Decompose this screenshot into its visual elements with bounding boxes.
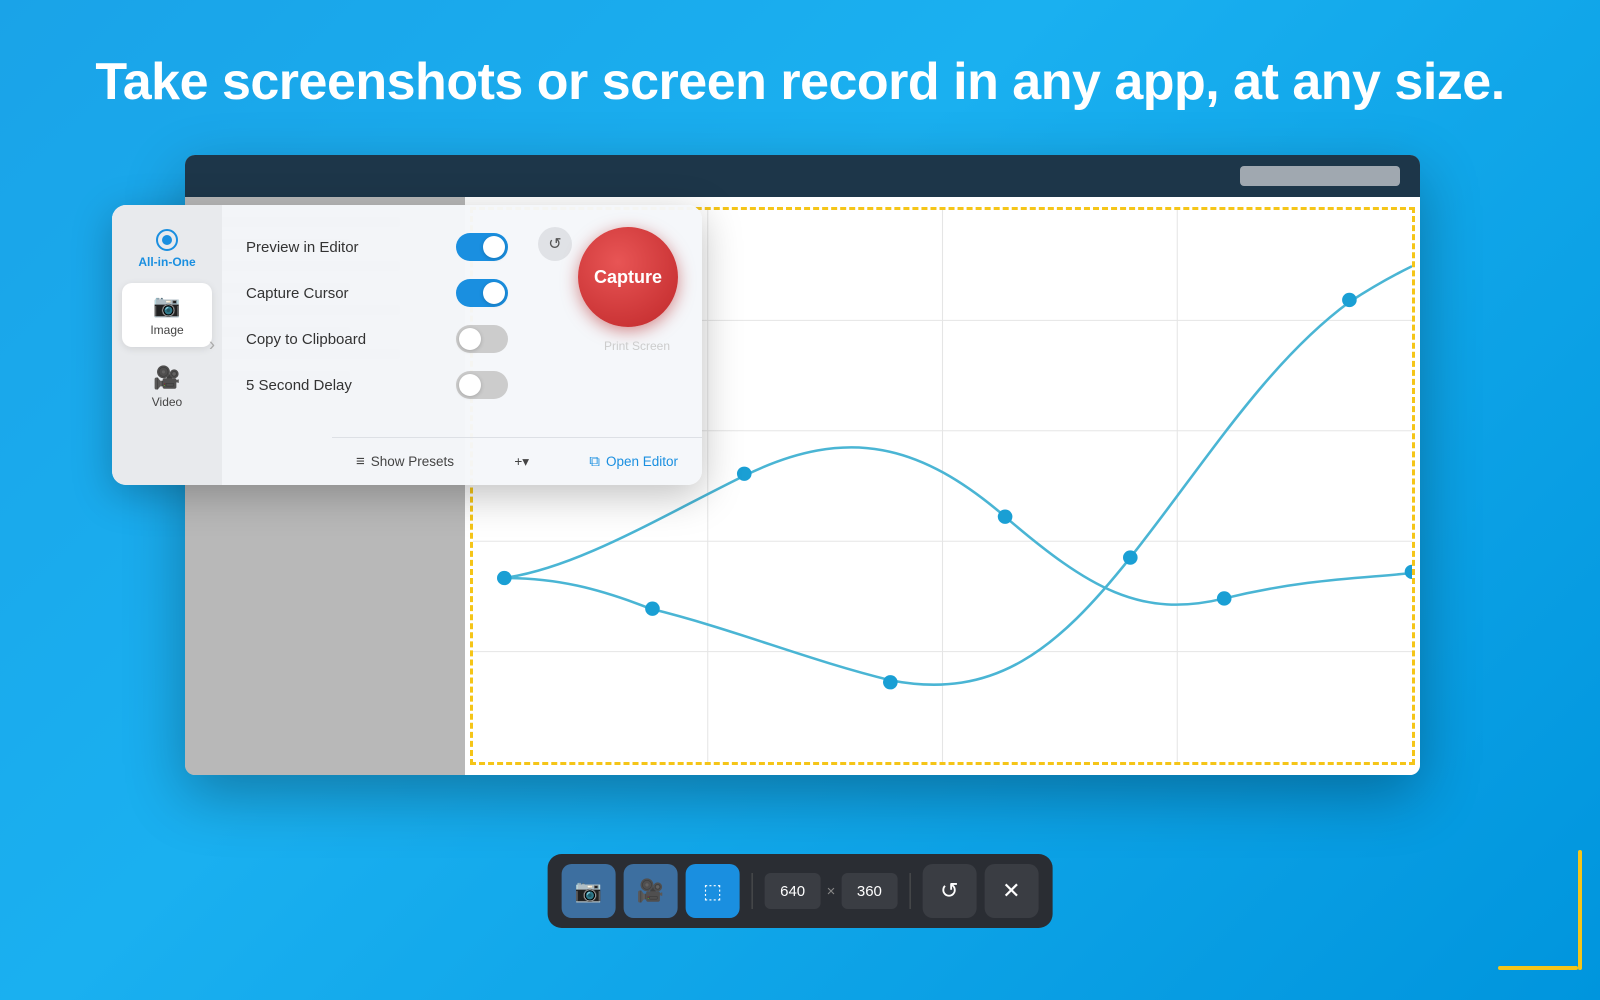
toolbar-separator xyxy=(752,873,753,909)
preview-toggle[interactable] xyxy=(456,233,508,261)
preview-label: Preview in Editor xyxy=(246,239,359,256)
screenshot-button[interactable]: 📷 xyxy=(562,864,616,918)
close-toolbar-button[interactable]: ✕ xyxy=(984,864,1038,918)
screenshot-icon: 📷 xyxy=(575,878,602,904)
headline: Take screenshots or screen record in any… xyxy=(0,0,1600,152)
toolbar-separator-2 xyxy=(909,873,910,909)
image-label: Image xyxy=(150,323,183,337)
cursor-label: Capture Cursor xyxy=(246,285,349,302)
allinone-circle-icon xyxy=(156,229,178,251)
capture-button[interactable]: Capture xyxy=(578,227,678,327)
capture-button-label: Capture xyxy=(594,267,662,288)
clipboard-label: Copy to Clipboard xyxy=(246,331,366,348)
camera-icon: 📷 xyxy=(153,293,180,319)
open-editor-label: Open Editor xyxy=(606,454,678,469)
app-titlebar xyxy=(185,155,1420,197)
bottom-toolbar: 📷 🎥 ⬚ 640 × 360 ↺ ✕ xyxy=(548,854,1053,928)
nav-chevron-icon: › xyxy=(209,335,215,356)
size-separator: × xyxy=(827,883,836,900)
video-icon: 🎥 xyxy=(153,365,180,391)
height-input[interactable]: 360 xyxy=(841,873,897,909)
region-icon: ⬚ xyxy=(703,879,722,904)
add-preset-button[interactable]: +▾ xyxy=(514,454,529,470)
add-preset-label: +▾ xyxy=(514,454,529,470)
yellow-accent-vertical xyxy=(1578,850,1582,970)
delay-label: 5 Second Delay xyxy=(246,377,352,394)
toggle-row-clipboard: Copy to Clipboard xyxy=(246,325,508,353)
nav-allinone-item[interactable]: All-in-One xyxy=(128,223,205,275)
cursor-toggle[interactable] xyxy=(456,279,508,307)
size-input-group: 640 × 360 xyxy=(765,873,898,909)
record-icon: 🎥 xyxy=(637,878,664,904)
open-editor-button[interactable]: ⧉ Open Editor xyxy=(589,453,678,470)
region-capture-button[interactable]: ⬚ xyxy=(686,864,740,918)
presets-icon: ≡ xyxy=(356,453,365,470)
popup-content: ↺ Capture Print Screen Preview in Editor… xyxy=(222,205,702,485)
popup-nav: All-in-One 📷 Image 🎥 Video xyxy=(112,205,222,485)
show-presets-label: Show Presets xyxy=(371,454,454,469)
popup-footer: ≡ Show Presets +▾ ⧉ Open Editor xyxy=(332,437,702,485)
toggle-row-preview: Preview in Editor xyxy=(246,233,508,261)
close-icon: ✕ xyxy=(1002,878,1020,904)
nav-video-item[interactable]: 🎥 Video xyxy=(122,355,212,419)
popup-panel: All-in-One 📷 Image 🎥 Video › ↺ Capture P… xyxy=(112,205,702,485)
width-input[interactable]: 640 xyxy=(765,873,821,909)
reset-button[interactable]: ↺ xyxy=(538,227,572,261)
titlebar-controls xyxy=(1240,166,1400,186)
toggle-row-cursor: Capture Cursor xyxy=(246,279,508,307)
allinone-label: All-in-One xyxy=(138,255,195,269)
nav-image-item[interactable]: 📷 Image xyxy=(122,283,212,347)
editor-icon: ⧉ xyxy=(589,453,600,470)
reset-capture-button[interactable]: ↺ xyxy=(922,864,976,918)
toggle-row-delay: 5 Second Delay xyxy=(246,371,508,399)
reset-icon: ↺ xyxy=(940,878,958,904)
yellow-accent-horizontal xyxy=(1498,966,1578,970)
video-label: Video xyxy=(152,395,182,409)
record-button[interactable]: 🎥 xyxy=(624,864,678,918)
clipboard-toggle[interactable] xyxy=(456,325,508,353)
delay-toggle[interactable] xyxy=(456,371,508,399)
show-presets-button[interactable]: ≡ Show Presets xyxy=(356,453,454,470)
print-screen-label: Print Screen xyxy=(604,339,674,353)
